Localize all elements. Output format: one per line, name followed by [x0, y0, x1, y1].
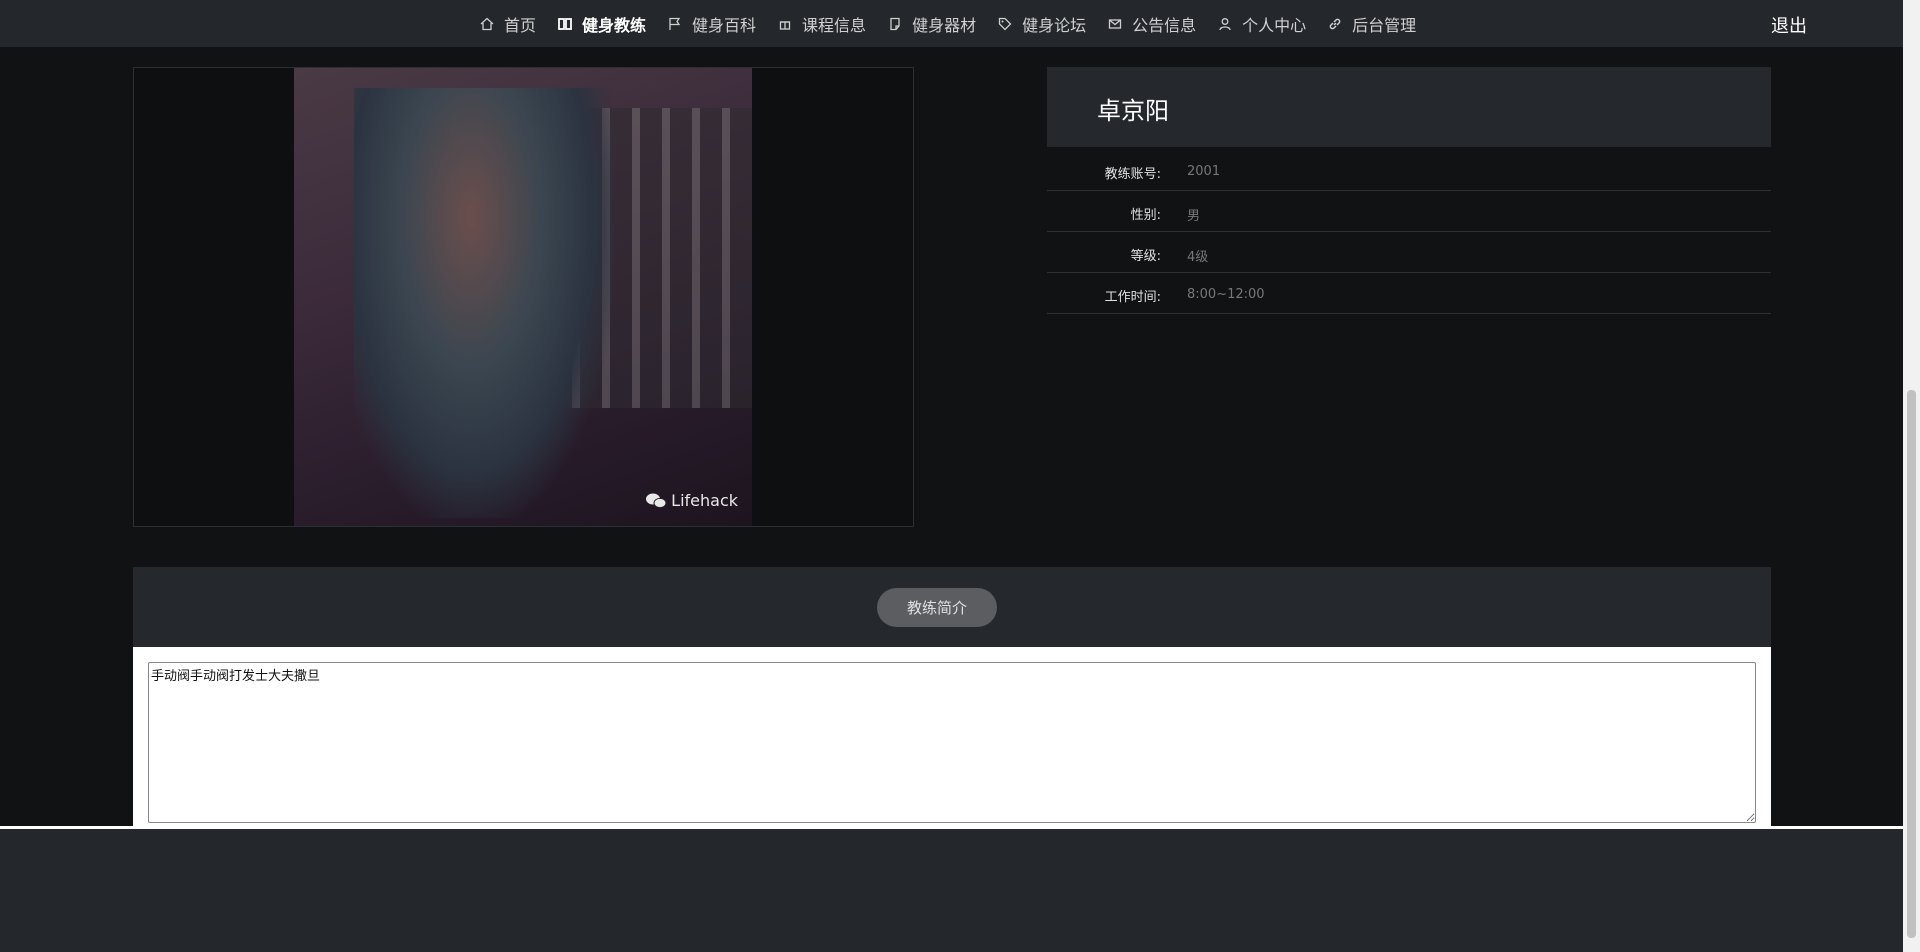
nav-item-label: 健身论坛 — [1022, 15, 1087, 35]
nav-item-label: 课程信息 — [802, 15, 867, 35]
flag-icon — [669, 17, 681, 30]
info-value: 4级 — [1187, 250, 1209, 265]
nav-item-home[interactable]: 首页 — [480, 12, 536, 36]
intro-tab-button[interactable]: 教练简介 — [877, 588, 997, 627]
nav-item-label: 公告信息 — [1132, 15, 1197, 35]
nav-item-label: 健身教练 — [582, 15, 647, 35]
logout-button[interactable]: 退出 — [1771, 12, 1807, 38]
note-icon — [890, 17, 900, 30]
top-navbar: 首页 健身教练 健身百科 课程信息 健身器材 健身论坛 公告信息 个人中心 后台… — [0, 0, 1903, 47]
info-value: 2001 — [1187, 164, 1221, 179]
nav-item-label: 健身器材 — [912, 15, 977, 35]
info-row-level: 等级: 4级 — [1047, 232, 1771, 273]
scrollbar-thumb[interactable] — [1907, 390, 1916, 938]
link-icon — [1329, 18, 1341, 29]
wechat-icon — [646, 493, 667, 508]
nav-item-encyclopedia[interactable]: 健身百科 — [668, 12, 756, 36]
gift-icon — [779, 20, 791, 30]
nav-item-coach[interactable]: 健身教练 — [558, 12, 646, 36]
nav-list: 首页 健身教练 健身百科 课程信息 健身器材 健身论坛 公告信息 个人中心 后台… — [480, 0, 1438, 47]
intro-header: 教练简介 — [133, 567, 1771, 647]
nav-item-label: 首页 — [504, 15, 537, 35]
info-row-account: 教练账号: 2001 — [1047, 150, 1771, 191]
home-icon — [480, 17, 494, 30]
nav-item-label: 后台管理 — [1352, 15, 1417, 35]
info-label: 性别: — [1130, 208, 1161, 223]
tag-icon — [998, 17, 1012, 30]
nav-item-admin[interactable]: 后台管理 — [1328, 12, 1416, 36]
photo-watermark: Lifehack — [645, 491, 738, 510]
columns-icon — [558, 17, 572, 30]
nav-item-label: 健身百科 — [692, 15, 757, 35]
info-value: 8:00~12:00 — [1187, 287, 1265, 302]
info-value: 男 — [1187, 209, 1201, 224]
user-icon — [1219, 17, 1231, 30]
nav-item-profile[interactable]: 个人中心 — [1218, 12, 1306, 36]
nav-item-notice[interactable]: 公告信息 — [1108, 12, 1196, 36]
nav-item-courses[interactable]: 课程信息 — [778, 12, 866, 36]
coach-name-header: 卓京阳 — [1047, 67, 1771, 147]
coach-photo-frame: Lifehack — [133, 67, 914, 527]
info-label: 工作时间: — [1104, 290, 1161, 305]
intro-textarea[interactable]: 手动阀手动阀打发士大夫撒旦 — [148, 662, 1756, 823]
mail-icon — [1108, 18, 1122, 29]
info-label: 等级: — [1130, 249, 1161, 264]
info-row-gender: 性别: 男 — [1047, 191, 1771, 232]
nav-item-label: 个人中心 — [1242, 15, 1307, 35]
info-label: 教练账号: — [1104, 167, 1161, 182]
nav-item-equipment[interactable]: 健身器材 — [888, 12, 976, 36]
nav-item-forum[interactable]: 健身论坛 — [998, 12, 1086, 36]
footer — [0, 829, 1903, 952]
athlete-figure — [354, 88, 614, 518]
coach-photo: Lifehack — [294, 68, 752, 526]
intro-body: 手动阀手动阀打发士大夫撒旦 — [133, 647, 1771, 826]
info-row-work-time: 工作时间: 8:00~12:00 — [1047, 273, 1771, 314]
coach-name: 卓京阳 — [1097, 97, 1169, 125]
watermark-text: Lifehack — [671, 491, 738, 510]
page-scrollbar[interactable] — [1903, 0, 1920, 952]
